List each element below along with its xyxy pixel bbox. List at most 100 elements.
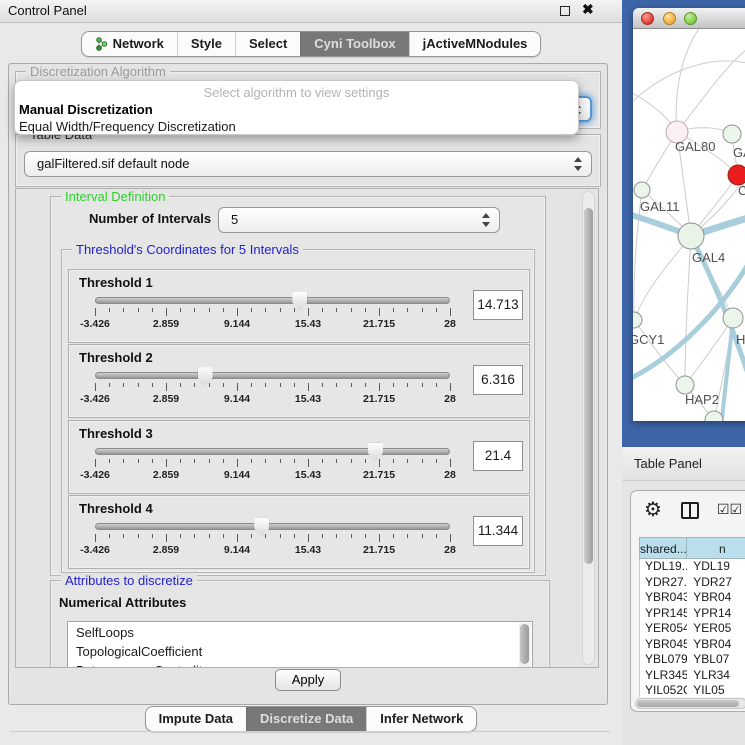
attribute-item-betweennesscentrality[interactable]: BetweennessCentrality <box>68 662 532 668</box>
control-panel-title: Control Panel <box>8 0 87 22</box>
number-of-intervals-combobox[interactable]: 5 <box>218 207 500 233</box>
table-cell[interactable]: YPR14 <box>687 606 745 622</box>
table-cell[interactable]: YLR345W <box>640 668 687 684</box>
table-cell[interactable]: YDR27... <box>640 575 687 591</box>
table-cell[interactable]: YDR27 <box>687 575 745 591</box>
table-row[interactable]: YLR345WYLR34 <box>640 668 745 684</box>
table-row[interactable]: YPR145WYPR14 <box>640 606 745 622</box>
threshold-value-field[interactable]: 14.713 <box>473 290 523 320</box>
threshold-value-field[interactable]: 11.344 <box>473 516 523 546</box>
scrollbar-thumb[interactable] <box>584 208 593 564</box>
table-row[interactable]: YDL19...YDL19 <box>640 559 745 575</box>
select-columns-icon[interactable]: ☑☑ <box>717 501 742 518</box>
network-graph[interactable]: GAL80GACGAL11GAL4GCY1HHAP2 <box>633 29 745 421</box>
minimize-traffic-light-icon[interactable] <box>663 12 676 25</box>
table-row[interactable]: YBR045CYBR04 <box>640 637 745 653</box>
tab-discretize-data[interactable]: Discretize Data <box>246 707 366 731</box>
table-cell[interactable]: YER05 <box>687 621 745 637</box>
tab-label: Style <box>191 32 222 56</box>
threshold-value-field[interactable]: 21.4 <box>473 441 523 471</box>
dropdown-option-manual-discretization[interactable]: Manual Discretization <box>15 101 578 118</box>
table-row[interactable]: YBR043CYBR04 <box>640 590 745 606</box>
tab-network[interactable]: Network <box>82 32 177 56</box>
numerical-attributes-label: Numerical Attributes <box>59 595 186 610</box>
axis-tick-label: -3.426 <box>70 318 120 330</box>
close-traffic-light-icon[interactable] <box>641 12 654 25</box>
table-cell[interactable]: YDL19... <box>640 559 687 575</box>
slider-track[interactable] <box>95 372 450 379</box>
table-cell[interactable]: YBR043C <box>640 590 687 606</box>
settings-vertical-scrollbar[interactable] <box>582 191 595 665</box>
table-data-combobox[interactable]: galFiltered.sif default node <box>24 151 592 177</box>
attributes-list-scrollbar[interactable] <box>519 623 531 668</box>
tab-cyni-toolbox[interactable]: Cyni Toolbox <box>300 32 408 56</box>
table-row[interactable]: YBL079WYBL07 <box>640 652 745 668</box>
attribute-item-topologicalcoefficient[interactable]: TopologicalCoefficient <box>68 643 532 660</box>
zoom-traffic-light-icon[interactable] <box>684 12 697 25</box>
threshold-value-field[interactable]: 6.316 <box>473 365 523 395</box>
dropdown-placeholder-item[interactable]: Select algorithm to view settings <box>15 84 578 101</box>
gear-icon[interactable]: ⚙ <box>644 498 662 522</box>
slider-track[interactable] <box>95 523 450 530</box>
table-cell[interactable]: YBR04 <box>687 590 745 606</box>
table-row[interactable]: YER054CYER05 <box>640 621 745 637</box>
column-header-shared[interactable]: shared... <box>639 537 687 559</box>
slider-track[interactable] <box>95 297 450 304</box>
tab-label: Discretize Data <box>260 707 353 731</box>
axis-tick-label: -3.426 <box>70 544 120 556</box>
network-node-gcy1[interactable] <box>633 312 642 328</box>
network-canvas[interactable]: GAL80GACGAL11GAL4GCY1HHAP2 <box>633 29 745 421</box>
network-edge[interactable] <box>634 320 685 385</box>
node-table-container: ⚙ ☑☑ shared...n YDL19...YDL19YDR27...YDR… <box>630 490 745 712</box>
apply-button[interactable]: Apply <box>275 669 342 691</box>
network-edge[interactable] <box>634 236 691 320</box>
split-columns-icon[interactable] <box>681 502 699 519</box>
table-cell[interactable]: YER054C <box>640 621 687 637</box>
tab-label: Infer Network <box>380 707 463 731</box>
network-edge[interactable] <box>633 61 745 109</box>
network-edge[interactable] <box>685 236 691 385</box>
scrollbar-thumb[interactable] <box>520 624 529 664</box>
table-cell[interactable]: YBL079W <box>640 652 687 668</box>
tab-infer-network[interactable]: Infer Network <box>366 707 476 731</box>
table-row[interactable]: YIL052CYIL05 <box>640 683 745 697</box>
interval-definition-group: Interval Definition Number of Intervals … <box>50 196 546 576</box>
table-horizontal-scrollbar[interactable] <box>635 698 745 709</box>
axis-tick-label: 9.144 <box>212 393 262 405</box>
scrollbar-thumb[interactable] <box>637 700 739 707</box>
tab-style[interactable]: Style <box>177 32 235 56</box>
node-label-gal11: GAL11 <box>640 199 680 214</box>
node-label-gal80: GAL80 <box>675 139 715 154</box>
tab-impute-data[interactable]: Impute Data <box>146 707 246 731</box>
float-window-icon[interactable] <box>560 6 570 16</box>
dropdown-option-equal-width-frequency[interactable]: Equal Width/Frequency Discretization <box>15 118 578 135</box>
close-icon[interactable]: ✖ <box>582 1 594 18</box>
table-cell[interactable]: YIL05 <box>687 683 745 697</box>
threshold-4-box: Threshold 4-3.4262.8599.14415.4321.71528… <box>68 495 530 569</box>
axis-tick-label: 21.715 <box>354 318 404 330</box>
network-node-gal4[interactable] <box>678 223 704 249</box>
network-node-ga[interactable] <box>723 125 741 143</box>
network-node-h[interactable] <box>723 308 743 328</box>
network-node-gal11[interactable] <box>634 182 650 198</box>
thresholds-group-title: Threshold's Coordinates for 5 Intervals <box>72 242 303 257</box>
tab-select[interactable]: Select <box>235 32 300 56</box>
table-cell[interactable]: YBL07 <box>687 652 745 668</box>
tab-jactivemnodules[interactable]: jActiveMNodules <box>409 32 541 56</box>
node-table: shared...n YDL19...YDL19YDR27...YDR27YBR… <box>639 537 745 697</box>
slider-track[interactable] <box>95 448 450 455</box>
table-row[interactable]: YDR27...YDR27 <box>640 575 745 591</box>
attribute-item-selfloops[interactable]: SelfLoops <box>68 624 532 641</box>
tab-label: Cyni Toolbox <box>314 32 395 56</box>
table-cell[interactable]: YBR04 <box>687 637 745 653</box>
table-cell[interactable]: YBR045C <box>640 637 687 653</box>
table-cell[interactable]: YLR34 <box>687 668 745 684</box>
axis-tick-label: 21.715 <box>354 469 404 481</box>
table-cell[interactable]: YIL052C <box>640 683 687 697</box>
table-cell[interactable]: YDL19 <box>687 559 745 575</box>
network-node-c[interactable] <box>728 165 745 185</box>
network-edge-highlighted[interactable] <box>719 318 733 421</box>
table-cell[interactable]: YPR145W <box>640 606 687 622</box>
column-header-n[interactable]: n <box>687 537 745 559</box>
tab-label: Select <box>249 32 287 56</box>
